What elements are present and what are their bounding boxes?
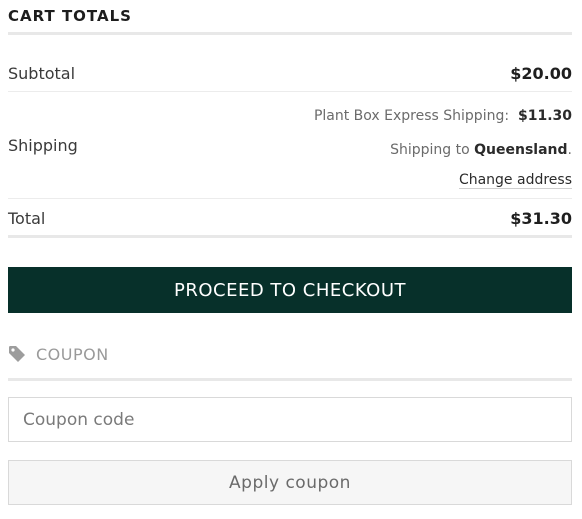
cart-totals-title: CART TOTALS bbox=[8, 7, 132, 25]
shipping-method: Plant Box Express Shipping: $11.30 bbox=[314, 108, 572, 124]
change-address-wrap: Change address bbox=[458, 172, 572, 189]
tag-icon bbox=[8, 345, 26, 363]
total-divider bbox=[8, 235, 572, 238]
shipping-destination-prefix: Shipping to bbox=[390, 142, 470, 158]
shipping-method-name: Plant Box Express Shipping: bbox=[313, 108, 510, 124]
shipping-method-price: $11.30 bbox=[517, 108, 572, 124]
apply-coupon-button[interactable]: Apply coupon bbox=[8, 460, 572, 505]
shipping-destination-region: Queensland bbox=[474, 142, 568, 158]
coupon-heading-label: COUPON bbox=[36, 344, 109, 364]
shipping-destination-suffix: . bbox=[567, 142, 572, 158]
coupon-divider bbox=[8, 378, 572, 381]
coupon-code-input[interactable] bbox=[8, 397, 572, 442]
change-address-link[interactable]: Change address bbox=[458, 172, 572, 189]
subtotal-divider bbox=[8, 91, 572, 92]
shipping-divider bbox=[8, 198, 572, 199]
proceed-to-checkout-button[interactable]: PROCEED TO CHECKOUT bbox=[8, 267, 572, 313]
total-value: $31.30 bbox=[510, 209, 572, 228]
subtotal-label: Subtotal bbox=[8, 64, 76, 83]
total-label: Total bbox=[8, 209, 46, 228]
shipping-label: Shipping bbox=[8, 136, 78, 155]
shipping-destination: Shipping to Queensland. bbox=[390, 142, 572, 158]
title-divider bbox=[8, 32, 572, 35]
coupon-heading: COUPON bbox=[8, 342, 109, 366]
subtotal-value: $20.00 bbox=[510, 64, 572, 83]
